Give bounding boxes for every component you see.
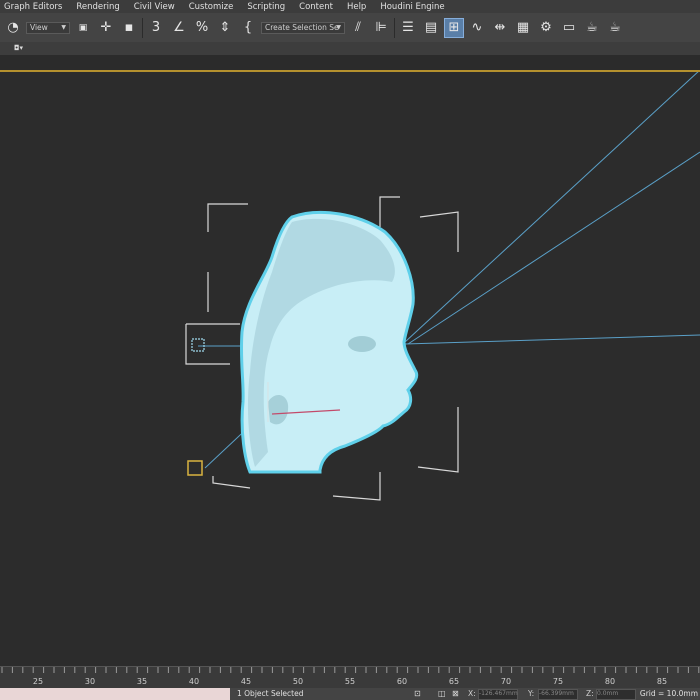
chevron-down-icon: ▼ bbox=[336, 23, 341, 31]
select-filter-icon[interactable]: ◔ bbox=[3, 18, 23, 38]
absolute-mode-icon[interactable]: ⊠ bbox=[452, 689, 459, 698]
material-editor-icon[interactable]: ▦ bbox=[513, 18, 533, 38]
curly-brace-icon[interactable]: { bbox=[238, 18, 258, 38]
spinner-snap-icon[interactable]: ⇕ bbox=[215, 18, 235, 38]
timeline-ticks bbox=[1, 667, 700, 673]
dummy-helper-icon bbox=[187, 460, 203, 476]
fill-icon[interactable]: ▪ bbox=[119, 18, 139, 38]
lock-icon[interactable]: ⊡ bbox=[414, 689, 421, 698]
timeline-label: 85 bbox=[656, 677, 668, 686]
ribbon-icon[interactable]: ⊞ bbox=[444, 17, 464, 38]
timeline-label: 55 bbox=[344, 677, 356, 686]
light-line bbox=[404, 72, 699, 343]
menu-rendering[interactable]: Rendering bbox=[76, 2, 119, 12]
timeline-label: 65 bbox=[448, 677, 460, 686]
curve-editor-icon[interactable]: ∿ bbox=[467, 18, 487, 38]
viewport-menu-icon[interactable]: ◘▾ bbox=[14, 44, 30, 53]
z-field[interactable]: 0.0mm bbox=[596, 689, 636, 700]
light-line bbox=[404, 334, 700, 345]
toolbar-divider bbox=[142, 17, 143, 38]
render-icon[interactable]: ☕ bbox=[582, 18, 602, 38]
timeline-label: 40 bbox=[188, 677, 200, 686]
z-label: Z: bbox=[586, 689, 594, 698]
view-dropdown-label: View bbox=[30, 23, 48, 32]
timeline-label: 30 bbox=[84, 677, 96, 686]
grid-size: Grid = 10.0mm bbox=[639, 689, 698, 698]
teapot-icon[interactable]: ☕ bbox=[605, 18, 625, 38]
main-toolbar: ◔ View ▼ ▣ ✛ ▪ 3 ∠ % ⇕ { Create Selectio… bbox=[0, 13, 700, 42]
x-label: X: bbox=[468, 689, 476, 698]
scene-explorer-icon[interactable]: ▤ bbox=[421, 18, 441, 38]
menu-help[interactable]: Help bbox=[347, 2, 366, 12]
timeline-label: 70 bbox=[500, 677, 512, 686]
isolate-icon[interactable]: ◫ bbox=[438, 689, 446, 698]
timeline-label: 35 bbox=[136, 677, 148, 686]
timeline-label: 80 bbox=[604, 677, 616, 686]
menu-customize[interactable]: Customize bbox=[189, 2, 234, 12]
y-label: Y: bbox=[528, 689, 535, 698]
toolbar-divider bbox=[394, 17, 395, 38]
selection-status: 1 Object Selected bbox=[237, 689, 304, 698]
percent-snap-icon[interactable]: % bbox=[192, 18, 212, 38]
head-mesh bbox=[239, 210, 419, 474]
selection-set-label: Create Selection Se bbox=[265, 23, 339, 32]
menu-bar: Graph Editors Rendering Civil View Custo… bbox=[0, 0, 700, 13]
status-bar: 1 Object Selected ⊡ ◫ ⊠ X: -126.467mm Y:… bbox=[0, 688, 700, 700]
view-dropdown[interactable]: View ▼ bbox=[26, 21, 70, 34]
timeline-label: 25 bbox=[32, 677, 44, 686]
menu-graph-editors[interactable]: Graph Editors bbox=[4, 2, 62, 12]
snap-3-icon[interactable]: 3 bbox=[146, 18, 166, 38]
schematic-icon[interactable]: ⇹ bbox=[490, 18, 510, 38]
mirror-icon[interactable]: ⫽ bbox=[348, 18, 368, 38]
selection-set-dropdown[interactable]: Create Selection Se ▼ bbox=[261, 21, 345, 34]
chevron-down-icon: ▼ bbox=[61, 23, 66, 31]
timeline-label: 60 bbox=[396, 677, 408, 686]
align-icon[interactable]: ⊫ bbox=[371, 18, 391, 38]
pivot-icon[interactable]: ▣ bbox=[73, 18, 93, 38]
x-field[interactable]: -126.467mm bbox=[478, 689, 518, 700]
eye-region bbox=[348, 336, 376, 352]
render-frame-icon[interactable]: ▭ bbox=[559, 18, 579, 38]
menu-content[interactable]: Content bbox=[299, 2, 333, 12]
secondary-toolbar bbox=[0, 42, 700, 55]
menu-houdini-engine[interactable]: Houdini Engine bbox=[380, 2, 444, 12]
layers-icon[interactable]: ☰ bbox=[398, 18, 418, 38]
angle-snap-icon[interactable]: ∠ bbox=[169, 18, 189, 38]
timeline-label: 50 bbox=[292, 677, 304, 686]
light-target-icon bbox=[191, 338, 205, 352]
timeline[interactable]: 25 30 35 40 45 50 55 60 65 70 75 80 85 9… bbox=[0, 666, 700, 689]
timeline-label: 75 bbox=[552, 677, 564, 686]
render-setup-icon[interactable]: ⚙ bbox=[536, 18, 556, 38]
scene-render bbox=[185, 72, 700, 501]
perspective-viewport[interactable] bbox=[0, 70, 700, 666]
light-line bbox=[407, 151, 700, 345]
timeline-label: 45 bbox=[240, 677, 252, 686]
menu-scripting[interactable]: Scripting bbox=[247, 2, 285, 12]
move-icon[interactable]: ✛ bbox=[96, 18, 116, 38]
menu-civil-view[interactable]: Civil View bbox=[134, 2, 175, 12]
y-field[interactable]: -66.399mm bbox=[538, 689, 578, 700]
maxscript-listener[interactable] bbox=[0, 688, 230, 700]
